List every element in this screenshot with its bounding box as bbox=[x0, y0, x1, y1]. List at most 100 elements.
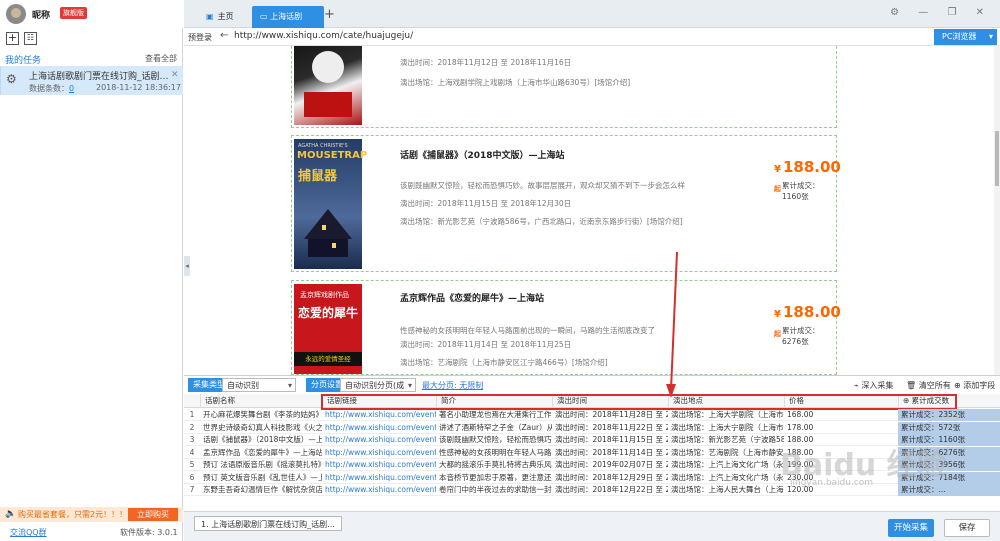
task-count-value[interactable]: 0 bbox=[69, 84, 74, 93]
table-row[interactable]: 1 开心麻花爆笑舞台剧《李茶的姑妈》（上海...http://www.xishiq… bbox=[184, 409, 1000, 421]
avatar[interactable] bbox=[6, 4, 26, 24]
close-icon[interactable]: ✕ bbox=[171, 70, 179, 80]
row-number: 2 bbox=[189, 422, 195, 432]
table-cell: 演出场馆：上汽上海文化广场（永嘉... bbox=[671, 460, 784, 469]
collect-toolbar: 采集类型 自动识别 分页设置 自动识别分页(成功) 最大分页: 无限制 ⌁ 深入… bbox=[184, 375, 1000, 404]
table-cell: 演出时间：2018年12月29日 至 2019... bbox=[555, 472, 668, 482]
poster-subtitle: 永远的爱情圣经 bbox=[294, 352, 362, 366]
tab-bar: ▣主页 ▭ 上海话剧歌...✕ + ⚙ — ❐ ✕ bbox=[184, 0, 1000, 43]
row-number: 7 bbox=[189, 485, 195, 494]
tab-active[interactable]: ▭ 上海话剧歌...✕ bbox=[252, 6, 324, 43]
poster-title: MOUSETRAP bbox=[297, 150, 368, 161]
show-desc: 性感神秘的女孩明明在年轻人马路面前出现的一瞬间，马路的生活彻底改变了 bbox=[400, 326, 655, 335]
show-desc: 该剧既幽默又惊险，轻松而恐惧巧妙。故事层层展开，观众却又猜不到下一步会怎么样 bbox=[400, 181, 685, 190]
prelogin-button[interactable]: 预登录 bbox=[188, 32, 212, 43]
clear-all-label: 清空所有 bbox=[918, 381, 951, 390]
table-cell: http://www.xishiqu.com/event/lianaid... bbox=[325, 447, 436, 457]
nickname: 昵称 bbox=[32, 11, 51, 21]
table-row[interactable]: 7 东野圭吾奇幻温情巨作《解忧杂货店》...http://www.xishiqu.… bbox=[184, 484, 1000, 496]
show-card[interactable]: 演出时间：2018年11月12日 至 2018年11月16日 演出场馆：上海戏剧… bbox=[291, 46, 837, 128]
red-arrow bbox=[666, 252, 678, 398]
show-title[interactable]: 孟京辉作品《恋爱的犀牛》—上海站 bbox=[400, 291, 544, 304]
price-value: 188.00 bbox=[782, 158, 841, 176]
poster-image bbox=[294, 46, 362, 125]
task-time: 2018-11-12 18:36:17 bbox=[96, 83, 181, 92]
table-cell: http://www.xishiqu.com/event/bushuq... bbox=[325, 435, 436, 444]
column-header[interactable]: 话剧名称 bbox=[200, 394, 322, 408]
poster-title: 恋爱的犀牛 bbox=[298, 306, 359, 320]
add-tab-icon[interactable]: + bbox=[324, 7, 335, 22]
version-label: 软件版本: 3.0.1 bbox=[120, 528, 178, 537]
poster-image: AGATHA CHRISTIE'S MOUSETRAP 捕鼠器 bbox=[294, 139, 367, 269]
show-venue: 演出场馆：艺海剧院（上海市静安区江宁路466号）[场馆介绍] bbox=[400, 358, 608, 367]
price-suffix: 起 bbox=[774, 330, 781, 338]
add-task-icon[interactable]: + bbox=[6, 32, 19, 45]
user-bar: 昵称 旗舰版 bbox=[0, 0, 183, 28]
promo-bar: 🔈 购买最省套餐，只需2元！！！ 立即购买 bbox=[0, 507, 183, 522]
row-number: 4 bbox=[189, 447, 195, 457]
poster-cn-title: 捕鼠器 bbox=[298, 169, 338, 184]
collapse-handle[interactable]: ◂ bbox=[184, 256, 190, 276]
show-card[interactable]: AGATHA CHRISTIE'S MOUSETRAP 捕鼠器 话剧《捕鼠器》（… bbox=[291, 135, 841, 272]
table-cell: 演出场馆：上海大学剧院（上海市宝山... bbox=[671, 410, 784, 419]
row-number: 5 bbox=[189, 460, 195, 469]
page-setting-select[interactable]: 自动识别分页(成功) bbox=[340, 378, 416, 404]
view-all-link[interactable]: 查看全部 bbox=[145, 53, 177, 64]
start-collect-button[interactable]: 开始采集 bbox=[888, 519, 934, 537]
scrollbar[interactable] bbox=[994, 46, 1000, 375]
header-highlight-box bbox=[321, 394, 957, 410]
robot-icon: ⚙ bbox=[6, 72, 17, 86]
home-icon: ▣ bbox=[206, 12, 214, 21]
my-tasks-label: 我的任务 bbox=[5, 56, 42, 66]
add-field-button[interactable]: ⊕ 添加字段 bbox=[954, 380, 995, 391]
task-tab[interactable]: 1. 上海话剧歌剧门票在线订购_话剧... bbox=[194, 516, 342, 531]
url-input[interactable]: http://www.xishiqu.com/cate/huajugeju/ bbox=[234, 31, 413, 41]
table-cell: 178.00 bbox=[787, 422, 814, 432]
new-group-icon[interactable]: ☷ bbox=[24, 32, 37, 45]
max-page-link[interactable]: 最大分页: 无限制 bbox=[422, 380, 483, 391]
table-cell: 性感神秘的女孩明明在年轻人马路面前... bbox=[439, 447, 552, 457]
speaker-icon: 🔈 bbox=[5, 509, 17, 519]
browser-mode-select[interactable]: PC浏览器 bbox=[934, 29, 997, 45]
show-time: 演出时间：2018年11月15日 至 2018年12月30日 bbox=[400, 199, 572, 208]
show-venue: 演出场馆：新光影艺苑（宁波路586号，广西北路口，近南京东路步行街）[场馆介绍] bbox=[400, 217, 683, 226]
table-cell: 演出时间：2018年11月28日 至 2018... bbox=[555, 410, 668, 419]
table-cell: 世界史诗级奇幻真人科技影戏《火之羽... bbox=[203, 422, 322, 432]
table-cell: 预订 英文版音乐剧《乱世佳人》—上海站 bbox=[203, 472, 322, 482]
show-title[interactable]: 话剧《捕鼠器》（2018中文版）—上海站 bbox=[400, 148, 565, 161]
show-card[interactable]: 孟京辉戏剧作品 恋爱的犀牛 永远的爱情圣经 孟京辉作品《恋爱的犀牛》—上海站 性… bbox=[291, 280, 841, 375]
deep-collect-button[interactable]: ⌁ 深入采集 bbox=[854, 380, 893, 391]
table-cell: 演出时间：2018年11月15日 至 2018... bbox=[555, 435, 668, 444]
row-number: 6 bbox=[189, 472, 195, 482]
table-cell: 本音桥节更加忠于原著，更注意还原原... bbox=[439, 472, 552, 482]
price-value: 188.00 bbox=[782, 303, 841, 321]
table-row[interactable]: 2 世界史诗级奇幻真人科技影戏《火之羽...http://www.xishiqu.… bbox=[184, 421, 1000, 434]
table-cell: 卷帘门中的半夜过去的求助信一封接一... bbox=[439, 485, 552, 494]
back-arrow-icon[interactable]: ← bbox=[220, 30, 228, 41]
show-time: 演出时间：2018年11月14日 至 2018年11月25日 bbox=[400, 340, 572, 349]
task-count: 数据条数：0 bbox=[29, 83, 74, 94]
table-cell: http://www.xishiqu.com/event/jiyzhdi... bbox=[325, 485, 436, 494]
collect-type-select[interactable]: 自动识别 bbox=[222, 378, 296, 393]
table-cell: 演出场馆：上海人民大舞台（上海市黄... bbox=[671, 485, 784, 494]
clear-all-button[interactable]: 🗑 清空所有 bbox=[906, 380, 951, 391]
table-cell: 话剧《捕鼠器》（2018中文版）—上海站 bbox=[203, 435, 322, 444]
buy-now-button[interactable]: 立即购买 bbox=[128, 508, 178, 521]
vip-badge: 旗舰版 bbox=[60, 7, 87, 19]
tab-home[interactable]: ▣ 主页 bbox=[198, 6, 253, 28]
qq-group-link[interactable]: 交流QQ群 bbox=[10, 527, 47, 538]
table-cell: 累计成交：... bbox=[898, 484, 1000, 496]
task-item[interactable]: ⚙ 上海话剧歌剧门票在线订购_话剧歌剧门票大... 数据条数：0 2018-11… bbox=[0, 66, 183, 95]
table-cell: http://www.xishiqu.com/event/lichade... bbox=[325, 410, 436, 419]
table-cell: 168.00 bbox=[787, 410, 814, 419]
row-number: 3 bbox=[189, 435, 195, 444]
table-cell: 累计成交：2352张 bbox=[898, 409, 1000, 421]
table-cell: 开心麻花爆笑舞台剧《李茶的姑妈》（上海... bbox=[203, 410, 322, 419]
tasks-header: 我的任务 查看全部 bbox=[0, 50, 183, 66]
save-button[interactable]: 保存 bbox=[944, 519, 990, 537]
scrollbar-thumb[interactable] bbox=[995, 131, 999, 186]
window-controls[interactable]: ⚙ — ❐ ✕ bbox=[890, 7, 992, 18]
task-count-label: 数据条数： bbox=[29, 84, 69, 93]
poster-top-text: AGATHA CHRISTIE'S bbox=[298, 143, 348, 149]
show-venue: 演出场馆：上海戏剧学院上戏剧场（上海市华山路630号）[场馆介绍] bbox=[400, 78, 631, 87]
